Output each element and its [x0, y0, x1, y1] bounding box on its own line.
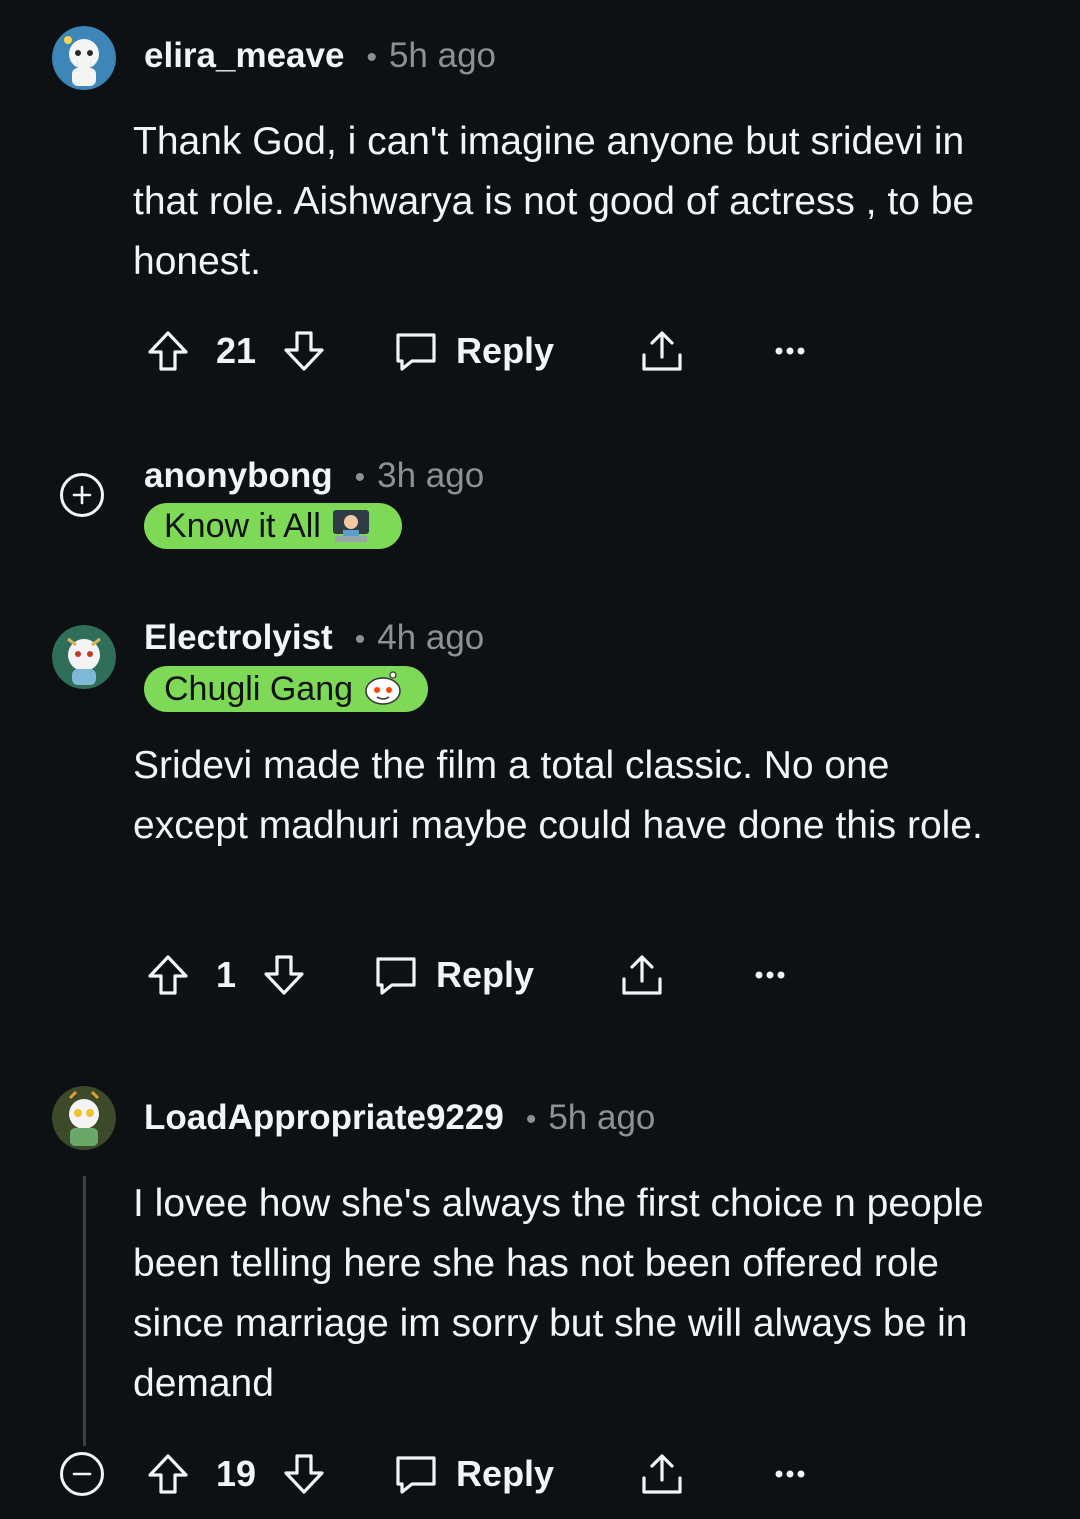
vote-score: 19 — [216, 1453, 257, 1494]
comment-bubble-icon — [372, 951, 420, 999]
upvote-icon[interactable] — [144, 1450, 192, 1498]
timestamp: 5h ago — [548, 1098, 656, 1137]
comment-actions: 19 Reply — [144, 1449, 814, 1499]
upvote-icon[interactable] — [144, 327, 192, 375]
comment-body: Sridevi made the film a total classic. N… — [133, 744, 983, 847]
avatar[interactable] — [52, 1086, 116, 1150]
downvote-icon[interactable] — [280, 1450, 328, 1498]
share-icon[interactable] — [618, 951, 666, 999]
upvote-icon[interactable] — [144, 951, 192, 999]
collapse-icon — [72, 1472, 92, 1476]
comment-body: I lovee how she's always the first choic… — [133, 1182, 984, 1405]
comment-actions: 21 Reply — [144, 326, 814, 376]
reply-label: Reply — [456, 1453, 555, 1494]
comment-bubble-icon — [392, 327, 440, 375]
comment-body: Thank God, i can't imagine anyone but sr… — [133, 120, 975, 283]
vote-score: 21 — [216, 330, 257, 371]
timestamp: 4h ago — [377, 618, 485, 657]
separator-dot: • — [354, 623, 366, 656]
timestamp: 5h ago — [388, 36, 497, 75]
comment-bubble-icon — [392, 1450, 440, 1498]
reply-button[interactable]: Reply — [372, 951, 534, 999]
reply-label: Reply — [456, 330, 555, 371]
flair-label: Chugli Gang — [164, 669, 354, 708]
expand-icon — [72, 485, 92, 505]
timestamp: 3h ago — [377, 456, 485, 495]
username[interactable]: elira_meave — [144, 36, 344, 76]
thread-line[interactable] — [83, 1176, 86, 1446]
separator-dot: • — [525, 1103, 537, 1136]
comment-actions: 1 Reply — [144, 950, 794, 1000]
share-icon[interactable] — [638, 1450, 686, 1498]
separator-dot: • — [366, 41, 377, 74]
collapse-button[interactable] — [60, 1452, 104, 1496]
reply-button[interactable]: Reply — [392, 327, 554, 375]
username[interactable]: LoadAppropriate9229 — [144, 1098, 504, 1138]
user-flair: Know it All — [144, 503, 402, 549]
avatar[interactable] — [52, 625, 116, 689]
vote-score: 1 — [216, 954, 237, 995]
username[interactable]: Electrolyist — [144, 618, 333, 658]
username[interactable]: anonybong — [144, 456, 333, 496]
reply-button[interactable]: Reply — [392, 1450, 554, 1498]
more-options-icon[interactable] — [766, 1450, 814, 1498]
technologist-emoji — [331, 508, 371, 544]
user-flair: Chugli Gang — [144, 666, 428, 712]
more-options-icon[interactable] — [766, 327, 814, 375]
share-icon[interactable] — [638, 327, 686, 375]
expand-button[interactable] — [60, 473, 104, 517]
avatar[interactable] — [52, 26, 116, 90]
reply-label: Reply — [436, 954, 535, 995]
more-options-icon[interactable] — [746, 951, 794, 999]
downvote-icon[interactable] — [280, 327, 328, 375]
flair-label: Know it All — [164, 506, 321, 545]
separator-dot: • — [354, 461, 366, 494]
snoo-face-emoji — [363, 671, 403, 707]
downvote-icon[interactable] — [260, 951, 308, 999]
